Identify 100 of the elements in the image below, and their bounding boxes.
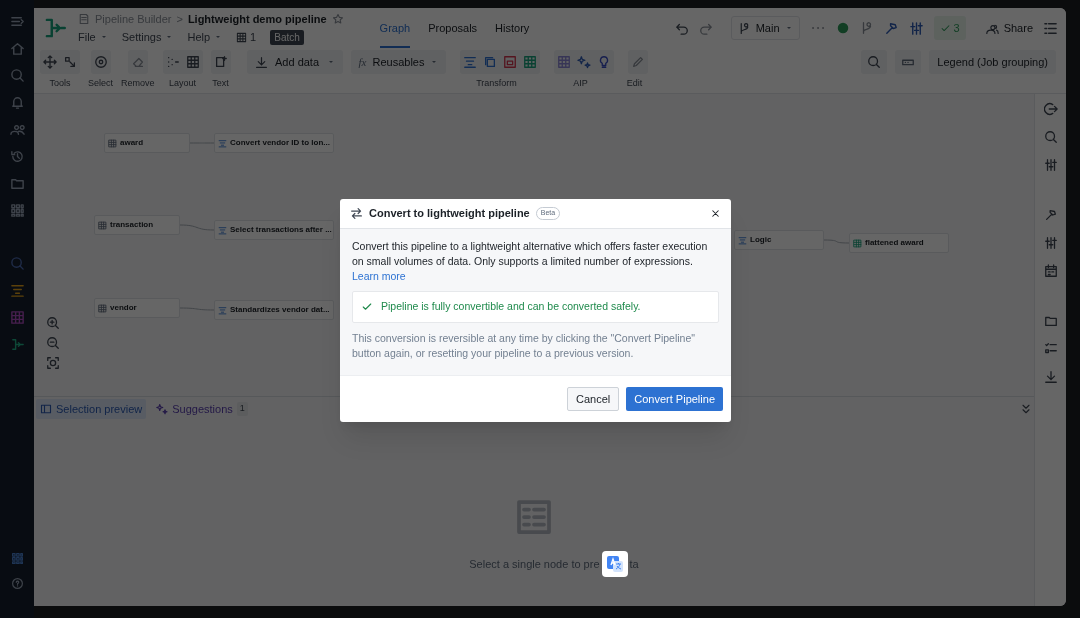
dataset-icon [108, 138, 117, 148]
history-icon[interactable] [9, 149, 25, 164]
checklist-icon[interactable] [1043, 342, 1058, 356]
dataset-icon [98, 220, 107, 230]
pipeline-node[interactable]: vendor [94, 298, 180, 318]
toolbar-group-label: Transform [476, 78, 517, 88]
undo-icon[interactable] [674, 21, 689, 35]
star-icon[interactable] [331, 12, 344, 25]
toolbar-group-label: Tools [49, 78, 71, 88]
pipeline-node[interactable]: Logic [734, 230, 824, 250]
dialog-description: Convert this pipeline to a lightweight alternative which offers faster execution on small volumes of data. Only supports a limited number of expressions. [352, 239, 709, 269]
copy-icon[interactable] [482, 55, 497, 69]
dialog-title: Convert to lightweight pipeline [369, 206, 530, 222]
transform-icon [218, 138, 227, 148]
menu-button[interactable]: Settings [121, 29, 174, 46]
empty-table-icon [514, 497, 554, 537]
home-icon[interactable] [9, 41, 25, 56]
search-icon[interactable] [1043, 130, 1058, 144]
move-icon[interactable] [43, 55, 57, 69]
dataset-icon [98, 303, 107, 313]
panel-tab[interactable]: Suggestions 1 [152, 399, 252, 419]
pipeline-node[interactable]: Select transactions after ... [214, 220, 334, 240]
document-icon [78, 12, 90, 25]
list-icon[interactable] [1043, 20, 1058, 36]
people-icon[interactable] [9, 122, 25, 137]
help-icon[interactable] [10, 577, 24, 590]
panel-tab[interactable]: Selection preview [36, 399, 147, 419]
translate-icon[interactable] [601, 551, 628, 577]
convert-button[interactable]: Convert Pipeline [626, 387, 723, 411]
pipeline-node[interactable]: award [104, 133, 190, 153]
grid-icon[interactable] [10, 552, 24, 565]
table-icon[interactable] [9, 310, 25, 325]
menu-button[interactable]: File [78, 29, 108, 46]
eraser-icon[interactable] [130, 55, 145, 69]
check-icon [939, 22, 951, 34]
output-icon [853, 238, 862, 248]
pipeline-node[interactable]: flattened award [849, 233, 949, 253]
cancel-button[interactable]: Cancel [567, 387, 620, 411]
sliders-icon[interactable] [908, 20, 924, 36]
sparkle-icon[interactable] [576, 55, 591, 69]
transform-icon [738, 235, 747, 245]
tab[interactable]: Proposals [428, 8, 478, 48]
toolbar-group-label: Edit [626, 78, 643, 88]
box-icon[interactable] [502, 55, 517, 69]
target-icon[interactable] [93, 55, 108, 69]
search-icon [867, 55, 882, 69]
download-icon[interactable] [1043, 370, 1058, 384]
batch-badge: Batch [270, 29, 304, 45]
dialog-note: This conversion is reversible at any time by clicking the "Convert Pipeline" button again, or resetting your pipeline to a previous version. [352, 331, 697, 361]
zoom-in-icon[interactable] [46, 316, 60, 330]
menu-icon[interactable] [9, 14, 25, 29]
fit-view-icon[interactable] [46, 356, 60, 370]
folder-icon[interactable] [9, 176, 25, 191]
pipeline-node[interactable]: transaction [94, 215, 180, 235]
close-icon[interactable] [710, 208, 721, 219]
collapse-icon[interactable] [1020, 403, 1032, 415]
sliders-icon[interactable] [1043, 158, 1058, 172]
redo-icon[interactable] [698, 21, 713, 35]
pointer-icon[interactable] [63, 55, 77, 69]
filter-icon[interactable] [462, 55, 477, 69]
table-icon[interactable] [522, 55, 537, 69]
breadcrumb-separator: > [176, 11, 183, 27]
layout-icon[interactable] [165, 55, 180, 69]
search-icon[interactable] [9, 68, 25, 83]
toolbar-group-label: Text [212, 78, 229, 88]
caret-icon [430, 58, 439, 66]
legend-button[interactable]: Legend (Job grouping) [929, 50, 1056, 74]
bell-icon[interactable] [9, 95, 25, 110]
zoom-out-icon[interactable] [46, 336, 60, 350]
text-icon[interactable] [213, 55, 228, 69]
transform-icon [218, 225, 227, 235]
swap-icon [350, 207, 363, 220]
checks-button[interactable]: 3 [933, 16, 966, 40]
status-callout: Pipeline is fully convertible and can be converted safely. [352, 291, 719, 323]
menu-button[interactable]: Help [187, 29, 223, 46]
toolbar-group-label: Remove [121, 78, 155, 88]
toolbar-group-label: AIP [573, 78, 588, 88]
check-icon [361, 301, 373, 313]
apps-icon[interactable] [9, 203, 25, 218]
search-icon[interactable] [9, 256, 25, 271]
pencil-icon[interactable] [630, 55, 645, 69]
add-data-button[interactable]: Add data [246, 50, 343, 74]
pipeline-node[interactable]: Standardizes vendor dat... [214, 300, 334, 320]
sparkle-icon [156, 403, 169, 415]
folder-icon[interactable] [1043, 314, 1058, 328]
filter-icon[interactable] [9, 283, 25, 298]
share-button[interactable]: Share [985, 19, 1033, 37]
sliders-icon[interactable] [1043, 236, 1058, 250]
grid-icon[interactable] [185, 55, 200, 69]
tab[interactable]: History [495, 8, 530, 48]
edge-line [823, 239, 850, 244]
table-icon[interactable] [556, 55, 571, 69]
pipeline-node[interactable]: Convert vendor ID to lon... [214, 133, 334, 153]
keyboard-button[interactable] [895, 50, 922, 74]
branch-dropdown[interactable]: Main [730, 16, 800, 40]
pipeline-icon[interactable] [9, 337, 25, 352]
exit-icon[interactable] [1043, 102, 1058, 116]
search-button[interactable] [861, 50, 888, 74]
learn-more-link[interactable]: Learn more [352, 269, 406, 284]
calendar-icon[interactable] [1043, 264, 1058, 278]
